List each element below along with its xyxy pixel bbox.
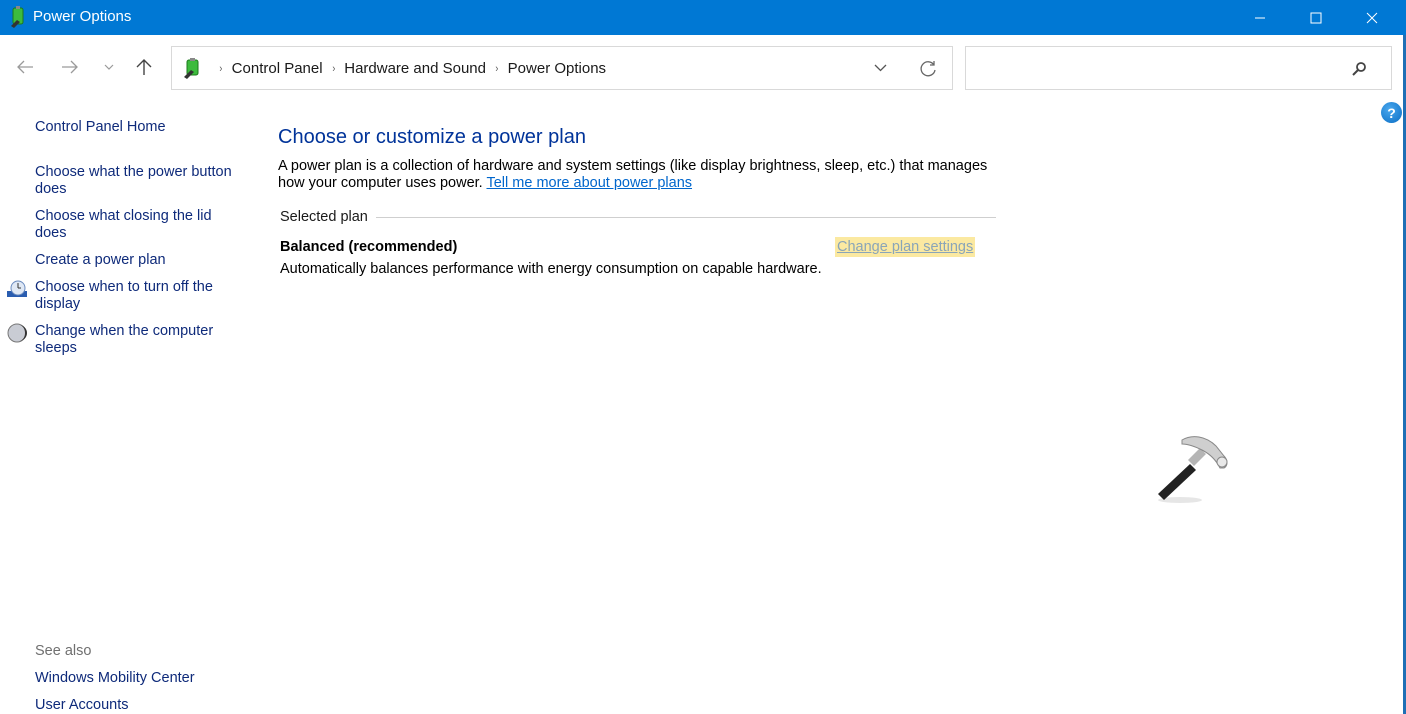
breadcrumb-separator[interactable]: ›	[495, 63, 498, 75]
search-icon[interactable]	[1350, 60, 1368, 78]
address-dropdown-button[interactable]	[869, 57, 891, 79]
breadcrumb-power-options[interactable]: Power Options	[508, 60, 606, 77]
maximize-button[interactable]	[1288, 0, 1344, 35]
see-also-heading: See also	[35, 643, 92, 659]
window-title: Power Options	[33, 8, 132, 25]
plan-description: Automatically balances performance with …	[280, 261, 822, 277]
recent-locations-button[interactable]	[96, 53, 122, 81]
see-also-user-accounts[interactable]: User Accounts	[35, 697, 129, 713]
back-button[interactable]	[12, 53, 38, 81]
breadcrumb-separator: ›	[219, 62, 223, 75]
breadcrumb-hardware-and-sound[interactable]: Hardware and Sound	[344, 60, 486, 77]
refresh-icon	[920, 61, 936, 77]
sidebar-item-create-power-plan[interactable]: Create a power plan	[35, 252, 245, 269]
close-button[interactable]	[1344, 0, 1400, 35]
navigation-bar: › Control Panel › Hardware and Sound › P…	[0, 35, 1403, 97]
chevron-down-icon	[874, 64, 886, 72]
power-options-icon	[184, 58, 199, 79]
address-bar[interactable]: › Control Panel › Hardware and Sound › P…	[171, 46, 953, 90]
search-box[interactable]	[965, 46, 1392, 90]
arrow-left-icon	[17, 60, 33, 74]
close-icon	[1366, 12, 1378, 23]
hammer-icon	[1158, 436, 1228, 503]
breadcrumb-control-panel[interactable]: Control Panel	[232, 60, 323, 77]
refresh-button[interactable]	[916, 57, 940, 81]
sidebar-item-power-button[interactable]: Choose what the power button does	[35, 164, 245, 198]
maximize-icon	[1310, 12, 1322, 23]
breadcrumb-separator[interactable]: ›	[332, 63, 335, 75]
forward-button[interactable]	[57, 53, 83, 81]
sidebar-item-control-panel-home[interactable]: Control Panel Home	[35, 119, 245, 136]
learn-more-link[interactable]: Tell me more about power plans	[486, 175, 692, 191]
plan-name: Balanced (recommended)	[280, 239, 458, 255]
help-button[interactable]: ?	[1381, 102, 1402, 123]
chevron-down-icon	[104, 64, 114, 70]
sidebar-item-computer-sleeps[interactable]: Change when the computer sleeps	[35, 323, 245, 357]
sidebar-item-turn-off-display[interactable]: Choose when to turn off the display	[35, 279, 245, 313]
sidebar-item-closing-lid[interactable]: Choose what closing the lid does	[35, 208, 245, 242]
selected-plan-label: Selected plan	[280, 209, 368, 225]
display-clock-icon	[7, 280, 27, 297]
page-description: A power plan is a collection of hardware…	[278, 158, 1008, 192]
power-options-icon	[11, 6, 24, 28]
change-plan-settings-link[interactable]: Change plan settings	[835, 237, 976, 257]
breadcrumb: › Control Panel › Hardware and Sound › P…	[210, 60, 606, 77]
page-title: Choose or customize a power plan	[278, 126, 586, 148]
see-also-windows-mobility-center[interactable]: Windows Mobility Center	[35, 670, 195, 686]
section-divider	[376, 217, 996, 218]
minimize-icon	[1255, 17, 1265, 18]
up-button[interactable]	[131, 53, 157, 81]
minimize-button[interactable]	[1232, 0, 1288, 35]
arrow-right-icon	[62, 60, 78, 74]
search-input[interactable]	[974, 55, 1344, 81]
sleep-moon-icon	[7, 323, 27, 343]
title-bar: Power Options	[0, 0, 1406, 35]
arrow-up-icon	[136, 59, 152, 75]
